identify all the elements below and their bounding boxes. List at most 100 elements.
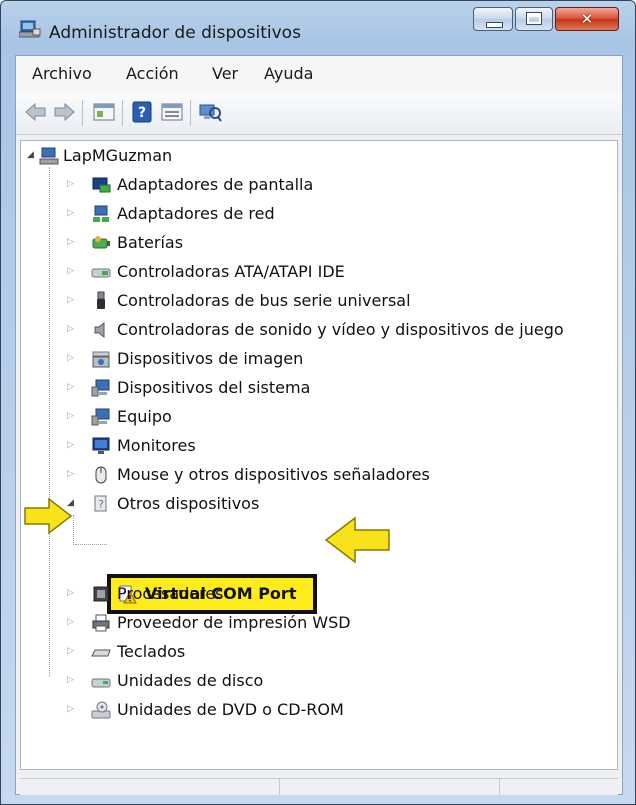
status-bar: [20, 778, 618, 795]
arrow-left-icon: [324, 516, 390, 564]
tree-connector-line: [75, 544, 107, 545]
expand-icon[interactable]: ▷: [67, 646, 75, 656]
tree-item[interactable]: ▷ Adaptadores de red: [21, 201, 611, 227]
tree-root-node[interactable]: ◢ LapMGuzman: [21, 143, 611, 169]
menu-bar: Archivo Acción Ver Ayuda: [16, 56, 622, 93]
tree-item-label: Teclados: [117, 642, 186, 661]
expand-icon[interactable]: ▷: [67, 295, 75, 305]
tree-item[interactable]: ▷ Baterías: [21, 230, 611, 256]
expand-icon[interactable]: ▷: [67, 237, 75, 247]
computer-icon: [39, 147, 59, 165]
display-adapter-icon: [92, 177, 111, 193]
system-device-icon: [91, 379, 110, 397]
tree-item-label: Proveedor de impresión WSD: [117, 613, 351, 632]
tree-item[interactable]: ▷ Unidades de disco: [21, 668, 611, 694]
mouse-icon: [95, 466, 107, 484]
tree-connector-line: [73, 515, 74, 545]
unknown-device-icon: ?: [94, 495, 107, 512]
window-controls: ✕: [473, 7, 619, 33]
menu-ayuda[interactable]: Ayuda: [264, 64, 313, 83]
tree-item-label: Adaptadores de red: [117, 204, 275, 223]
expand-icon[interactable]: ▷: [67, 617, 75, 627]
tree-item[interactable]: ▷ Teclados: [21, 639, 611, 665]
expand-icon[interactable]: ▷: [67, 704, 75, 714]
tree-item-label: Otros dispositivos: [117, 494, 260, 513]
details-icon[interactable]: [160, 101, 184, 123]
minimize-icon: [486, 22, 503, 28]
expand-icon[interactable]: ▷: [67, 440, 75, 450]
back-arrow-icon[interactable]: [24, 101, 48, 123]
window-title: Administrador de dispositivos: [49, 23, 301, 43]
scan-hardware-icon[interactable]: [198, 101, 222, 123]
ide-controller-icon: [91, 268, 111, 278]
tree-root-label: LapMGuzman: [63, 146, 173, 165]
menu-accion[interactable]: Acción: [126, 64, 179, 83]
tree-item-label: Procesadores: [117, 584, 224, 603]
tree-item-expanded[interactable]: ◢ ? Otros dispositivos: [21, 491, 611, 517]
tree-item-label: Dispositivos del sistema: [117, 378, 311, 397]
minimize-button[interactable]: [473, 7, 513, 31]
client-area: Archivo Acción Ver Ayuda ? ◢ LapMGuzman …: [15, 55, 623, 795]
printer-icon: [92, 614, 110, 632]
menu-ver[interactable]: Ver: [212, 64, 238, 83]
tree-item[interactable]: ▷ Controladoras de bus serie universal: [21, 288, 611, 314]
toolbar-separator: [82, 100, 83, 126]
device-manager-icon: [19, 20, 41, 38]
arrow-right-icon: [24, 497, 73, 535]
help-icon[interactable]: ?: [130, 101, 154, 123]
tree-item-label: Controladoras ATA/ATAPI IDE: [117, 262, 345, 281]
battery-icon: [92, 236, 110, 249]
svg-text:?: ?: [138, 105, 146, 121]
collapse-icon[interactable]: ◢: [27, 150, 35, 160]
forward-arrow-icon[interactable]: [52, 101, 76, 123]
svg-text:?: ?: [98, 498, 104, 511]
menu-archivo[interactable]: Archivo: [32, 64, 92, 83]
tree-item-label: Controladoras de bus serie universal: [117, 291, 411, 310]
tree-item-label: Baterías: [117, 233, 184, 252]
status-cell: [20, 779, 280, 795]
tree-item[interactable]: ▷ Controladoras ATA/ATAPI IDE: [21, 259, 611, 285]
tree-item[interactable]: ▷ Mouse y otros dispositivos señaladores: [21, 462, 611, 488]
tree-item[interactable]: ▷ Equipo: [21, 404, 611, 430]
tree-item[interactable]: ▷ Monitores: [21, 433, 611, 459]
expand-icon[interactable]: ▷: [67, 411, 75, 421]
tree-item-label: Unidades de DVD o CD-ROM: [117, 700, 344, 719]
expand-icon[interactable]: ▷: [67, 266, 75, 276]
tree-item[interactable]: ▷ Controladoras de sonido y vídeo y disp…: [21, 317, 611, 343]
expand-icon[interactable]: ▷: [67, 208, 75, 218]
tree-item-label: Dispositivos de imagen: [117, 349, 304, 368]
tree-item[interactable]: ▷ Dispositivos del sistema: [21, 375, 611, 401]
close-button[interactable]: ✕: [555, 7, 619, 31]
status-cell: [280, 779, 500, 795]
tree-item[interactable]: ▷ Unidades de DVD o CD-ROM: [21, 697, 611, 723]
expand-icon[interactable]: ▷: [67, 588, 75, 598]
toolbar-separator: [122, 100, 123, 126]
tree-item-label: Mouse y otros dispositivos señaladores: [117, 465, 430, 484]
tree-item-label: Equipo: [117, 407, 172, 426]
tree-item[interactable]: ▷ Proveedor de impresión WSD: [21, 610, 611, 636]
maximize-button[interactable]: [515, 7, 553, 31]
computer-icon: [91, 408, 110, 426]
title-bar[interactable]: Administrador de dispositivos ✕: [1, 1, 635, 53]
tree-item-label: Unidades de disco: [117, 671, 264, 690]
expand-icon[interactable]: ▷: [67, 179, 75, 189]
close-icon: ✕: [580, 10, 594, 28]
tree-item[interactable]: ▷ Adaptadores de pantalla: [21, 172, 611, 198]
tree-item[interactable]: ▷ Procesadores: [21, 581, 611, 607]
disk-drive-icon: [91, 678, 111, 688]
expand-icon[interactable]: ▷: [67, 353, 75, 363]
tree-item-label: Monitores: [117, 436, 196, 455]
usb-icon: [97, 291, 105, 309]
camera-icon: [92, 351, 110, 368]
tree-item[interactable]: ▷ Dispositivos de imagen: [21, 346, 611, 372]
dvd-drive-icon: [91, 701, 111, 719]
properties-icon[interactable]: [92, 101, 116, 123]
expand-icon[interactable]: ▷: [67, 469, 75, 479]
device-tree[interactable]: ◢ LapMGuzman ▷ Adaptadores de pantalla ▷…: [20, 140, 618, 770]
expand-icon[interactable]: ▷: [67, 382, 75, 392]
expand-icon[interactable]: ▷: [67, 675, 75, 685]
toolbar: ?: [16, 92, 622, 135]
network-adapter-icon: [93, 205, 109, 222]
expand-icon[interactable]: ▷: [67, 324, 75, 334]
processor-icon: [93, 586, 109, 602]
